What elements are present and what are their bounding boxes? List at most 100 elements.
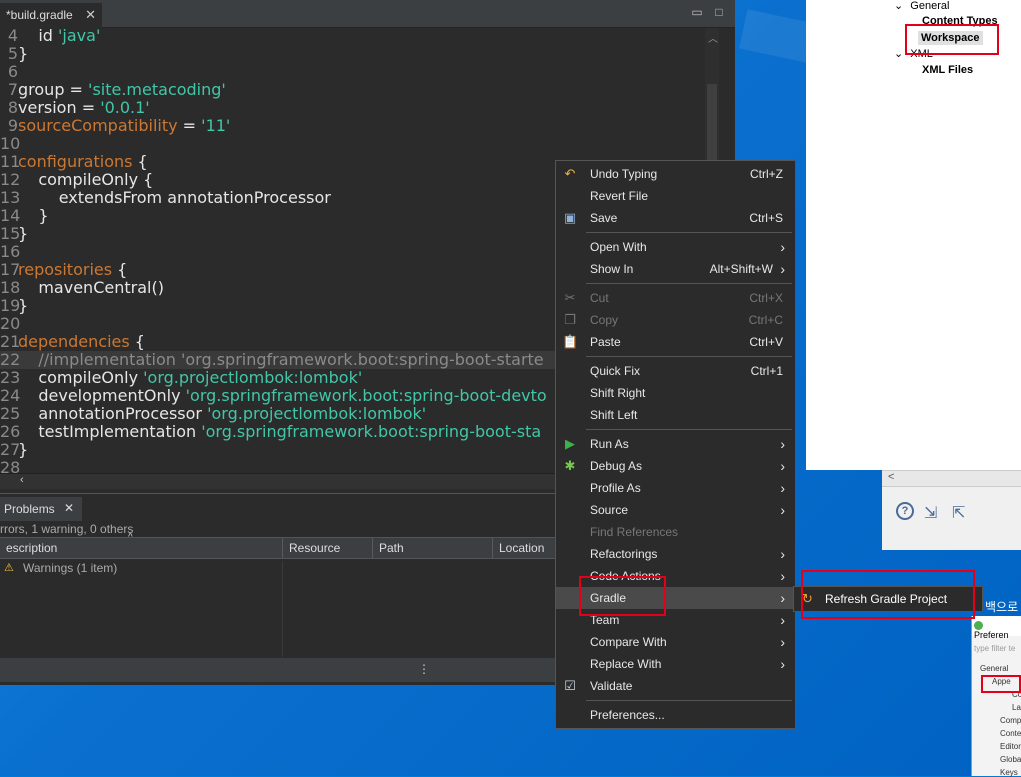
line-text: configurations { (18, 152, 148, 171)
line-number: 4 (7, 28, 18, 45)
export-icon[interactable]: ⇱ (952, 503, 965, 523)
line-text: testImplementation 'org.springframework.… (18, 422, 542, 441)
line-text: sourceCompatibility = '11' (18, 116, 231, 135)
preferences-window: Preferen type filter te General Appe Co … (971, 616, 1021, 777)
line-text: } (18, 206, 49, 225)
menu-item-validate[interactable]: ☑ Validate (556, 675, 795, 697)
code-line[interactable]: 6 (0, 63, 705, 81)
line-number: 5 (7, 44, 18, 63)
preferences-background-panel: ⌄ General Content Types Workspace ⌄ XML … (806, 0, 1021, 470)
menu-item-shortcut: Ctrl+V (749, 335, 783, 349)
code-line[interactable]: 8 version = '0.0.1' (0, 99, 705, 117)
menu-item-label: Quick Fix (590, 364, 641, 378)
tab-problems[interactable]: Problems ✕ (0, 497, 82, 521)
copy-icon: ❐ (564, 312, 576, 327)
menu-item-label: Compare With (590, 635, 667, 649)
preferences-title-bar: Preferen (972, 616, 1021, 640)
line-number: 20 (0, 314, 21, 333)
save-icon: ▣ (563, 210, 577, 225)
menu-item-quick-fix[interactable]: Quick Fix Ctrl+1 (556, 360, 795, 382)
menu-item-compare-with[interactable]: Compare With › (556, 631, 795, 653)
menu-item-find-references[interactable]: Find References (556, 521, 795, 543)
scroll-left-icon[interactable]: ‹ (20, 474, 24, 486)
tree-item-compare[interactable]: Comp (1000, 716, 1021, 725)
highlight-box-appearance (981, 675, 1021, 693)
tree-item-label[interactable]: La (1012, 703, 1021, 712)
tree-item-general[interactable]: ⌄ General (894, 0, 949, 12)
warnings-row-label: Warnings (1 item) (23, 561, 118, 575)
line-number: 25 (0, 404, 21, 423)
menu-item-replace-with[interactable]: Replace With › (556, 653, 795, 675)
column-path[interactable]: Path (372, 538, 492, 559)
chevron-down-icon: ⌄ (894, 0, 904, 12)
menu-item-show-in[interactable]: Show In Alt+Shift+W › (556, 258, 795, 280)
line-text: version = '0.0.1' (18, 98, 150, 117)
scroll-up-icon[interactable]: ︿ (708, 30, 718, 45)
menu-item-debug-as[interactable]: ✱ Debug As › (556, 455, 795, 477)
menu-item-run-as[interactable]: ▶ Run As › (556, 433, 795, 455)
menu-item-shift-right[interactable]: Shift Right (556, 382, 795, 404)
menu-item-revert-file[interactable]: Revert File (556, 185, 795, 207)
more-icon[interactable]: ⋮ (418, 662, 430, 676)
menu-item-label: Show In (590, 262, 634, 276)
code-line[interactable]: 4 id 'java' (0, 28, 705, 45)
tree-item-editors[interactable]: Editor (1000, 742, 1021, 751)
tree-item-content[interactable]: Conte (1000, 729, 1021, 738)
menu-item-preferences[interactable]: Preferences... (556, 704, 795, 726)
menu-item-cut[interactable]: ✂ Cut Ctrl+X (556, 287, 795, 309)
menu-item-label: Validate (590, 679, 633, 693)
menu-item-label: Copy (590, 313, 619, 327)
code-line[interactable]: 9 sourceCompatibility = '11' (0, 117, 705, 135)
line-text: compileOnly { (18, 170, 154, 189)
line-number: 19 (0, 296, 21, 315)
tree-item-general[interactable]: General (980, 664, 1008, 673)
preferences-title: Preferen (974, 630, 1009, 641)
code-line[interactable]: 10 (0, 135, 705, 153)
menu-item-open-with[interactable]: Open With › (556, 236, 795, 258)
minimize-icon[interactable]: ▭ (690, 5, 704, 19)
editor-tab-build-gradle[interactable]: *build.gradle ✕ (0, 3, 102, 28)
line-text: } (18, 440, 29, 459)
menu-item-profile-as[interactable]: Profile As › (556, 477, 795, 499)
menu-item-source[interactable]: Source › (556, 499, 795, 521)
tree-item-global[interactable]: Globa (1000, 755, 1021, 764)
chevron-right-icon: › (780, 634, 785, 650)
column-description[interactable]: escription (0, 538, 282, 559)
line-number: 15 (0, 224, 21, 243)
line-number: 12 (0, 170, 21, 189)
scroll-left-icon[interactable]: < (888, 471, 894, 483)
line-number: 6 (7, 62, 18, 81)
line-number: 18 (0, 278, 21, 297)
line-text: id 'java' (18, 28, 101, 45)
import-icon[interactable]: ⇲ (924, 503, 937, 523)
menu-item-label: Replace With (590, 657, 662, 671)
line-text: extendsFrom annotationProcessor (18, 188, 331, 207)
menu-item-copy[interactable]: ❐ Copy Ctrl+C (556, 309, 795, 331)
tree-item-xml-files[interactable]: XML Files (922, 64, 973, 76)
menu-item-undo-typing[interactable]: ↶ Undo Typing Ctrl+Z (556, 163, 795, 185)
line-number: 21 (0, 332, 21, 351)
help-icon[interactable]: ? (896, 502, 914, 520)
menu-item-label: Debug As (590, 459, 643, 473)
bug-icon: ✱ (564, 458, 576, 473)
menu-item-paste[interactable]: 📋 Paste Ctrl+V (556, 331, 795, 353)
menu-item-shortcut: Alt+Shift+W (709, 262, 773, 276)
column-resource[interactable]: Resource (282, 538, 372, 559)
maximize-icon[interactable]: □ (712, 5, 726, 19)
menu-item-label: Profile As (590, 481, 641, 495)
menu-item-refactorings[interactable]: Refactorings › (556, 543, 795, 565)
problems-summary: rrors, 1 warning, 0 others (0, 522, 134, 536)
context-menu: ↶ Undo Typing Ctrl+Z Revert File ▣ Save Ctrl+S… (555, 160, 796, 729)
menu-item-shift-left[interactable]: Shift Left (556, 404, 795, 426)
menu-item-save[interactable]: ▣ Save Ctrl+S (556, 207, 795, 229)
code-line[interactable]: 5} (0, 45, 705, 63)
highlight-box-gradle (579, 576, 666, 616)
close-icon[interactable]: ✕ (85, 7, 96, 23)
filter-input[interactable]: type filter te (974, 644, 1015, 653)
code-line[interactable]: 7 group = 'site.metacoding' (0, 81, 705, 99)
line-number: 16 (0, 242, 21, 261)
line-text: repositories { (18, 260, 128, 279)
close-icon[interactable]: ✕ (64, 501, 74, 515)
editor-tab-label: *build.gradle (6, 8, 73, 22)
line-number: 10 (0, 134, 21, 153)
